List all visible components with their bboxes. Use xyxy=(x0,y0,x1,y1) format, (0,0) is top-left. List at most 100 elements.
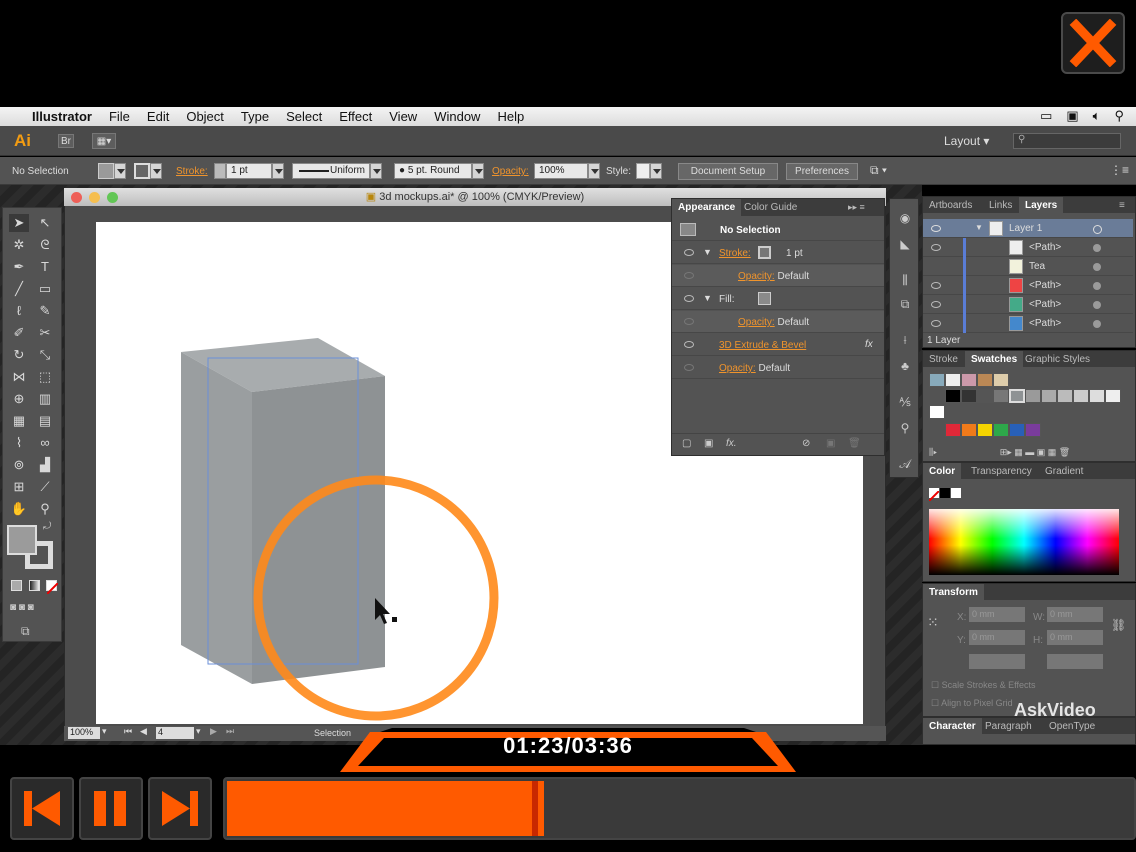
paintbrush-tool-icon[interactable]: ℓ xyxy=(9,302,29,320)
pen-tool-icon[interactable]: ✒ xyxy=(9,258,29,276)
visibility-eye-icon[interactable] xyxy=(931,301,941,308)
clear-appearance-icon[interactable]: ⊘ xyxy=(802,438,810,449)
stroke-stepper[interactable] xyxy=(214,163,226,179)
layer-name[interactable]: <Path> xyxy=(1029,242,1061,253)
width-tool-icon[interactable]: ⋈ xyxy=(9,368,29,386)
next-button[interactable] xyxy=(148,777,212,840)
swatch[interactable] xyxy=(961,373,977,387)
swatch[interactable] xyxy=(977,423,993,437)
tab-graphic-styles[interactable]: Graphic Styles xyxy=(1019,351,1096,368)
slice-tool-icon[interactable]: ⟋ xyxy=(35,478,55,496)
layer-name[interactable]: <Path> xyxy=(1029,280,1061,291)
swatch[interactable] xyxy=(961,423,977,437)
stroke-weight-dropdown[interactable] xyxy=(272,163,284,179)
document-setup-button[interactable]: Document Setup xyxy=(678,163,778,180)
color-mode-button[interactable] xyxy=(11,580,22,591)
appearance-row-fill[interactable]: ▼ Fill: xyxy=(672,288,884,310)
swatch[interactable] xyxy=(1073,389,1089,403)
duplicate-item-icon[interactable]: ▣ xyxy=(826,438,835,449)
control-panel-menu-icon[interactable]: ⋮≡ xyxy=(1110,163,1129,177)
tab-stroke[interactable]: Stroke xyxy=(923,351,964,368)
appearance-row-fill-opacity[interactable]: Opacity: Default xyxy=(672,311,884,333)
fill-swatch[interactable] xyxy=(98,163,114,179)
preferences-button[interactable]: Preferences xyxy=(786,163,858,180)
artboard-number-field[interactable]: 4 xyxy=(156,727,194,739)
column-graph-tool-icon[interactable]: ▟ xyxy=(35,456,55,474)
expand-triangle-icon[interactable]: ▼ xyxy=(975,223,983,232)
swatch[interactable] xyxy=(1025,423,1041,437)
pause-button[interactable] xyxy=(79,777,143,840)
swatch[interactable] xyxy=(945,423,961,437)
layer-name[interactable]: <Path> xyxy=(1029,318,1061,329)
graphic-styles-icon[interactable]: ◣ xyxy=(897,237,913,251)
appearance-row-3d-effect[interactable]: 3D Extrude & Bevel fx xyxy=(672,334,884,356)
menu-file[interactable]: File xyxy=(109,109,130,124)
blob-brush-tool-icon[interactable]: ✐ xyxy=(9,324,29,342)
visibility-eye-icon[interactable] xyxy=(931,225,941,232)
progress-handle[interactable] xyxy=(532,781,538,836)
mesh-tool-icon[interactable]: ▦ xyxy=(9,412,29,430)
opacity-input[interactable]: 100% xyxy=(534,163,588,179)
layer-name[interactable]: <Path> xyxy=(1029,299,1061,310)
fill-color-box[interactable] xyxy=(7,525,37,555)
add-stroke-icon[interactable]: ▢ xyxy=(682,438,691,449)
tab-appearance[interactable]: Appearance xyxy=(672,199,742,216)
menu-object[interactable]: Object xyxy=(186,109,224,124)
glyphs-icon[interactable]: ⚲ xyxy=(897,421,913,435)
swatch[interactable] xyxy=(993,373,1009,387)
gradient-tool-icon[interactable]: ▤ xyxy=(35,412,55,430)
swatch[interactable] xyxy=(1009,389,1025,403)
tab-character[interactable]: Character xyxy=(923,718,982,735)
profile-dropdown[interactable] xyxy=(370,163,382,179)
stroke-swatch-icon[interactable] xyxy=(758,246,771,259)
disclosure-triangle-icon[interactable]: ▼ xyxy=(703,247,712,257)
gradient-mode-button[interactable] xyxy=(29,580,40,591)
x-input[interactable]: 0 mm xyxy=(969,607,1025,622)
align-panel-icon[interactable]: ⫼ xyxy=(897,273,913,287)
h-input[interactable]: 0 mm xyxy=(1047,630,1103,645)
previous-artboard-button[interactable]: ◀ xyxy=(140,726,147,737)
next-artboard-button[interactable]: ▶ xyxy=(210,726,217,737)
swatch[interactable] xyxy=(977,389,993,403)
menu-help[interactable]: Help xyxy=(497,109,524,124)
symbol-sprayer-tool-icon[interactable]: ⊚ xyxy=(9,456,29,474)
opacity-row-label[interactable]: Opacity: xyxy=(719,363,756,374)
swatch[interactable] xyxy=(945,389,961,403)
target-icon[interactable] xyxy=(1093,263,1101,271)
target-icon[interactable] xyxy=(1093,282,1101,290)
effect-row-label[interactable]: 3D Extrude & Bevel xyxy=(719,340,806,351)
eyedropper-tool-icon[interactable]: ⌇ xyxy=(9,434,29,452)
graphic-style-swatch[interactable] xyxy=(636,163,650,179)
character-styles-icon[interactable]: 𝒜 xyxy=(897,457,913,471)
layer-row[interactable]: <Path> xyxy=(923,276,1133,295)
appearance-panel-icon[interactable]: ◉ xyxy=(897,211,913,225)
search-help-input[interactable]: ⚲ xyxy=(1013,133,1121,149)
type-tool-icon[interactable]: T xyxy=(35,258,55,276)
stroke-label-link[interactable]: Stroke: xyxy=(176,166,208,177)
screen-mode-icon[interactable]: ⧉ xyxy=(21,624,30,639)
menu-view[interactable]: View xyxy=(389,109,417,124)
target-icon[interactable] xyxy=(1093,301,1101,309)
stroke-row-label[interactable]: Stroke: xyxy=(719,248,751,259)
visibility-eye-icon[interactable] xyxy=(931,244,941,251)
close-button[interactable] xyxy=(1061,12,1125,74)
swatch[interactable] xyxy=(945,373,961,387)
line-tool-icon[interactable]: ╱ xyxy=(9,280,29,298)
window-close-button[interactable] xyxy=(71,192,82,203)
app-menu[interactable]: Illustrator xyxy=(32,109,92,124)
white-color-swatch[interactable] xyxy=(951,488,961,498)
collapse-icon[interactable]: ▸▸ ≡ xyxy=(842,199,871,216)
swap-fill-stroke-icon[interactable]: ⤾ xyxy=(43,521,51,532)
bridge-button[interactable]: Br xyxy=(58,134,74,148)
layer-name[interactable]: Layer 1 xyxy=(1009,223,1042,234)
w-input[interactable]: 0 mm xyxy=(1047,607,1103,622)
swatch[interactable] xyxy=(1105,389,1121,403)
swatch[interactable] xyxy=(961,389,977,403)
zoom-level-field[interactable]: 100% xyxy=(68,727,100,739)
swatch[interactable] xyxy=(1057,389,1073,403)
layer-name[interactable]: Tea xyxy=(1029,261,1045,272)
layer-row[interactable]: <Path> xyxy=(923,314,1133,333)
fill-dropdown[interactable] xyxy=(114,163,126,179)
variable-width-profile[interactable]: Uniform xyxy=(292,163,370,179)
shear-angle-input[interactable] xyxy=(1047,654,1103,669)
